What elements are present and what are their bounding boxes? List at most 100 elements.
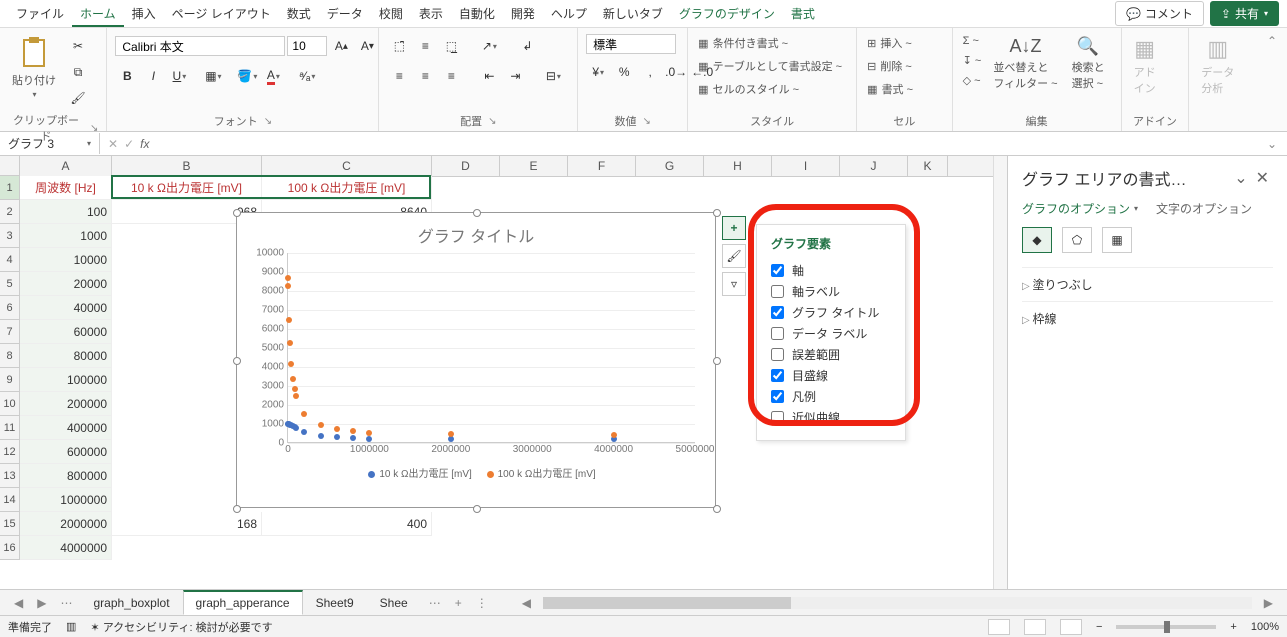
comment-button[interactable]: 💬コメント bbox=[1115, 1, 1204, 26]
row-header-11[interactable]: 11 bbox=[0, 416, 20, 440]
font-name-select[interactable] bbox=[115, 36, 285, 56]
menu-ホーム[interactable]: ホーム bbox=[72, 3, 124, 27]
border-icon[interactable]: ▦▾ bbox=[201, 64, 225, 88]
tab-menu-icon[interactable]: ⋮ bbox=[470, 594, 494, 612]
clear-button[interactable]: ◇ ~ bbox=[961, 73, 984, 88]
chart-element-checkbox[interactable] bbox=[771, 306, 784, 319]
chart-filters-button[interactable]: ▿ bbox=[722, 272, 746, 296]
row-header-14[interactable]: 14 bbox=[0, 488, 20, 512]
chart-element-軸ラベル[interactable]: 軸ラベル bbox=[771, 281, 891, 302]
chart-point[interactable] bbox=[285, 275, 291, 281]
column-headers[interactable]: ABCDEFGHIJK bbox=[20, 156, 993, 177]
wrap-text-icon[interactable]: ↲ bbox=[515, 34, 539, 58]
col-header-C[interactable]: C bbox=[262, 156, 432, 176]
tab-overflow[interactable]: ⋯ bbox=[423, 594, 447, 612]
worksheet[interactable]: ABCDEFGHIJK 12345678910111213141516 周波数 … bbox=[0, 156, 993, 589]
fill-section[interactable]: 塗りつぶし bbox=[1022, 267, 1273, 301]
row-header-5[interactable]: 5 bbox=[0, 272, 20, 296]
menu-挿入[interactable]: 挿入 bbox=[124, 3, 164, 25]
data-cell[interactable]: 800000 bbox=[20, 464, 112, 488]
align-center-icon[interactable]: ≡ bbox=[413, 64, 437, 88]
data-cell[interactable]: 2000000 bbox=[20, 512, 112, 536]
chart-point[interactable] bbox=[285, 283, 291, 289]
share-button[interactable]: ⇪共有▾ bbox=[1210, 1, 1279, 26]
orientation-icon[interactable]: ↗▾ bbox=[477, 34, 501, 58]
chart-element-軸[interactable]: 軸 bbox=[771, 260, 891, 281]
row-header-8[interactable]: 8 bbox=[0, 344, 20, 368]
chart-point[interactable] bbox=[366, 430, 372, 436]
chart-point[interactable] bbox=[334, 426, 340, 432]
chart-element-目盛線[interactable]: 目盛線 bbox=[771, 365, 891, 386]
format-pane-options-icon[interactable]: ⌄ bbox=[1230, 168, 1251, 188]
sheet-tab-Sheet9[interactable]: Sheet9 bbox=[303, 591, 367, 615]
col-header-J[interactable]: J bbox=[840, 156, 908, 176]
number-format-select[interactable] bbox=[586, 34, 676, 54]
data-analysis-button[interactable]: ▥ データ 分析 bbox=[1197, 34, 1238, 98]
merge-icon[interactable]: ⊟▾ bbox=[541, 64, 565, 88]
col-header-F[interactable]: F bbox=[568, 156, 636, 176]
row-header-15[interactable]: 15 bbox=[0, 512, 20, 536]
currency-icon[interactable]: ¥▾ bbox=[586, 60, 610, 84]
row-header-16[interactable]: 16 bbox=[0, 536, 20, 560]
find-select-button[interactable]: 🔍 検索と 選択 ~ bbox=[1068, 34, 1109, 93]
comma-icon[interactable]: , bbox=[638, 60, 662, 84]
row-header-1[interactable]: 1 bbox=[0, 176, 20, 200]
name-box[interactable]: グラフ 3▾ bbox=[0, 133, 100, 154]
align-bottom-icon[interactable]: ⬚̲ bbox=[439, 34, 463, 58]
chart-legend[interactable]: 10 k Ω出力電圧 [mV] 100 k Ω出力電圧 [mV] bbox=[237, 443, 715, 488]
data-cell[interactable]: 400000 bbox=[20, 416, 112, 440]
chart-element-checkbox[interactable] bbox=[771, 411, 784, 424]
data-cell[interactable]: 40000 bbox=[20, 296, 112, 320]
data-cell[interactable]: 600000 bbox=[20, 440, 112, 464]
page-layout-view-button[interactable] bbox=[1024, 619, 1046, 635]
select-all-corner[interactable] bbox=[0, 156, 20, 176]
sort-filter-button[interactable]: A↓Z 並べ替えと フィルター ~ bbox=[989, 34, 1061, 93]
col-header-G[interactable]: G bbox=[636, 156, 704, 176]
increase-font-icon[interactable]: A▴ bbox=[329, 34, 353, 58]
font-dialog-launcher[interactable]: ↘ bbox=[264, 116, 272, 127]
cancel-formula-icon[interactable]: ✕ bbox=[108, 137, 118, 151]
normal-view-button[interactable] bbox=[988, 619, 1010, 635]
bold-icon[interactable]: B bbox=[115, 64, 139, 88]
indent-decrease-icon[interactable]: ⇤ bbox=[477, 64, 501, 88]
percent-icon[interactable]: % bbox=[612, 60, 636, 84]
tab-nav-next[interactable]: ▶ bbox=[31, 594, 52, 612]
row-header-13[interactable]: 13 bbox=[0, 464, 20, 488]
delete-cells-button[interactable]: ⊟削除 ~ bbox=[865, 57, 915, 75]
align-left-icon[interactable]: ≡ bbox=[387, 64, 411, 88]
chart-element-凡例[interactable]: 凡例 bbox=[771, 386, 891, 407]
menu-開発[interactable]: 開発 bbox=[503, 3, 543, 25]
hscroll-right[interactable]: ▶ bbox=[1258, 594, 1279, 612]
data-cell[interactable]: 20000 bbox=[20, 272, 112, 296]
chart-point[interactable] bbox=[318, 433, 324, 439]
chart-resize-handle[interactable] bbox=[473, 505, 481, 513]
chart-point[interactable] bbox=[287, 340, 293, 346]
chart-point[interactable] bbox=[286, 317, 292, 323]
row-header-9[interactable]: 9 bbox=[0, 368, 20, 392]
align-right-icon[interactable]: ≡ bbox=[439, 64, 463, 88]
chart-options-tab[interactable]: グラフのオプション ▾ bbox=[1022, 200, 1138, 217]
border-section[interactable]: 枠線 bbox=[1022, 301, 1273, 335]
chart-point[interactable] bbox=[448, 431, 454, 437]
phonetic-icon[interactable]: ᵃ⁄ₐ▾ bbox=[295, 64, 319, 88]
effects-tab-icon[interactable]: ⬠ bbox=[1062, 227, 1092, 253]
row-header-6[interactable]: 6 bbox=[0, 296, 20, 320]
menu-校閲[interactable]: 校閲 bbox=[371, 3, 411, 25]
chart-styles-button[interactable]: 🖌 bbox=[722, 244, 746, 268]
col-header-A[interactable]: A bbox=[20, 156, 112, 176]
format-painter-icon[interactable]: 🖌 bbox=[66, 86, 90, 110]
data-cell[interactable]: 80000 bbox=[20, 344, 112, 368]
chart-point[interactable] bbox=[293, 393, 299, 399]
accept-formula-icon[interactable]: ✓ bbox=[124, 137, 134, 151]
chart-resize-handle[interactable] bbox=[473, 209, 481, 217]
hscroll-left[interactable]: ◀ bbox=[516, 594, 537, 612]
col-header-I[interactable]: I bbox=[772, 156, 840, 176]
zoom-out-button[interactable]: − bbox=[1096, 621, 1102, 633]
decrease-font-icon[interactable]: A▾ bbox=[355, 34, 379, 58]
cut-icon[interactable]: ✂ bbox=[66, 34, 90, 58]
horizontal-scrollbar[interactable] bbox=[543, 597, 1252, 609]
chart-resize-handle[interactable] bbox=[233, 505, 241, 513]
chart-point[interactable] bbox=[292, 386, 298, 392]
row-header-10[interactable]: 10 bbox=[0, 392, 20, 416]
menu-ページ レイアウト[interactable]: ページ レイアウト bbox=[164, 3, 279, 25]
